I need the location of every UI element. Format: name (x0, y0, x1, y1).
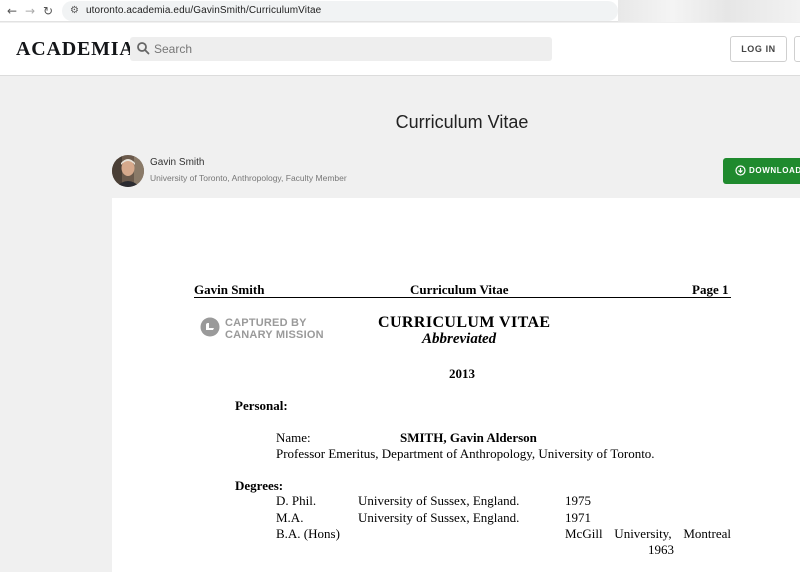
degree-type: D. Phil. (276, 493, 317, 508)
canary-mission-stamp: CAPTURED BY CANARY MISSION (200, 315, 330, 341)
degree-year: 1975 (565, 493, 591, 508)
degree-institution: University of Sussex, England. (358, 493, 520, 508)
download-button[interactable]: DOWNLOAD (723, 158, 800, 184)
section-personal: Personal: (235, 398, 288, 413)
running-head-name: Gavin Smith (194, 282, 265, 297)
name-value: SMITH, Gavin Alderson (400, 430, 537, 445)
search-icon (137, 42, 150, 55)
search-box[interactable] (130, 37, 552, 61)
document-page: Gavin Smith Curriculum Vitae Page 1 CAPT… (112, 198, 800, 572)
running-head-page: Page 1 (692, 282, 729, 297)
browser-toolbar: ← → ↻ ⚙ utoronto.academia.edu/GavinSmith… (0, 0, 800, 22)
author-name[interactable]: Gavin Smith (150, 157, 204, 168)
section-degrees: Degrees: (235, 478, 284, 493)
back-arrow-icon[interactable]: ← (4, 3, 20, 19)
degree-institution: McGill University, Montreal (565, 526, 731, 541)
name-label: Name: (276, 430, 311, 445)
browser-toolbar-extensions (618, 0, 800, 22)
avatar[interactable] (112, 155, 144, 187)
author-photo (112, 155, 144, 187)
author-affiliation: University of Toronto, Anthropology, Fac… (150, 173, 347, 183)
position-line: Professor Emeritus, Department of Anthro… (276, 446, 655, 461)
search-input[interactable] (154, 39, 544, 59)
running-head-rule (194, 297, 731, 298)
stamp-line-2: CANARY MISSION (225, 329, 324, 341)
academia-logo[interactable]: ACADEMIA (16, 38, 135, 61)
signup-button[interactable] (794, 36, 800, 62)
download-label: DOWNLOAD (749, 166, 800, 175)
degree-year: 1971 (565, 510, 591, 525)
work-title: Curriculum Vitae (395, 112, 529, 132)
reload-icon[interactable]: ↻ (40, 3, 56, 19)
degree-institution: University of Sussex, England. (358, 510, 520, 525)
cv-heading: CURRICULUM VITAE (378, 314, 551, 331)
degree-type: M.A. (276, 510, 304, 525)
canary-bird-icon (200, 317, 220, 337)
forward-arrow-icon[interactable]: → (22, 3, 38, 19)
cv-year: 2013 (449, 366, 475, 381)
degree-type: B.A. (Hons) (276, 526, 340, 541)
degree-year: 1963 (648, 542, 674, 557)
running-head-title: Curriculum Vitae (410, 282, 509, 297)
site-header: ACADEMIA LOG IN (0, 23, 800, 76)
cv-subheading: Abbreviated (422, 331, 497, 347)
address-bar[interactable]: ⚙ utoronto.academia.edu/GavinSmith/Curri… (62, 1, 618, 21)
login-button[interactable]: LOG IN (730, 36, 787, 62)
stamp-line-1: CAPTURED BY (225, 317, 307, 329)
download-icon (735, 165, 746, 176)
site-settings-icon[interactable]: ⚙ (70, 5, 79, 16)
address-bar-url[interactable]: utoronto.academia.edu/GavinSmith/Curricu… (86, 5, 321, 16)
